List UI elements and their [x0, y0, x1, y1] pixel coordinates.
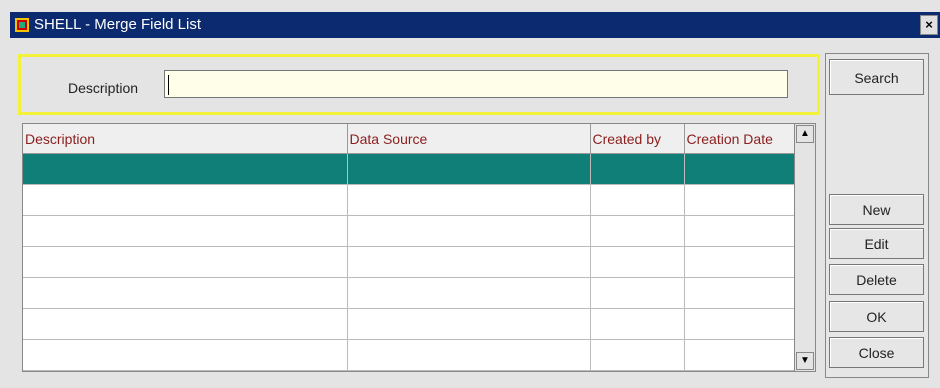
- merge-field-table: Description Data Source Created by Creat…: [22, 123, 796, 372]
- table-cell: [684, 215, 796, 247]
- table-cell: [23, 339, 348, 371]
- table-cell: [23, 308, 348, 340]
- new-button[interactable]: New: [829, 194, 924, 225]
- table-cell: [590, 184, 685, 216]
- table-cell: [23, 246, 348, 278]
- table-cell: [684, 184, 796, 216]
- table-cell: [590, 277, 685, 309]
- table-row[interactable]: [23, 246, 796, 278]
- scroll-up-arrow-icon[interactable]: ▲: [796, 125, 814, 143]
- search-button[interactable]: Search: [829, 59, 924, 95]
- delete-button[interactable]: Delete: [829, 264, 924, 295]
- table-cell: [347, 184, 591, 216]
- table-cell: [684, 153, 796, 185]
- ok-button[interactable]: OK: [829, 301, 924, 332]
- close-window-button[interactable]: ×: [920, 15, 938, 35]
- column-header-created-by[interactable]: Created by: [590, 124, 685, 154]
- column-header-description[interactable]: Description: [23, 124, 348, 154]
- merge-field-list-window: SHELL - Merge Field List × Description S…: [0, 0, 940, 388]
- table-cell: [684, 339, 796, 371]
- table-cell: [590, 339, 685, 371]
- description-label: Description: [68, 80, 139, 96]
- description-search-input[interactable]: [164, 70, 788, 98]
- window-title: SHELL - Merge Field List: [34, 16, 202, 33]
- column-header-creation-date[interactable]: Creation Date: [684, 124, 796, 154]
- text-cursor: [168, 75, 169, 95]
- column-header-data-source[interactable]: Data Source: [347, 124, 591, 154]
- table-cell: [23, 215, 348, 247]
- scroll-down-arrow-icon[interactable]: ▼: [796, 352, 814, 370]
- table-cell: [590, 308, 685, 340]
- close-button[interactable]: Close: [829, 337, 924, 368]
- search-panel: Description: [18, 54, 820, 115]
- table-cell: [684, 308, 796, 340]
- table-cell: [590, 153, 685, 185]
- table-cell: [23, 184, 348, 216]
- table-cell: [347, 339, 591, 371]
- table-row[interactable]: [23, 339, 796, 371]
- table-cell: [684, 277, 796, 309]
- title-bar: SHELL - Merge Field List ×: [10, 12, 940, 38]
- table-cell: [590, 246, 685, 278]
- table-cell: [23, 277, 348, 309]
- table-cell: [347, 246, 591, 278]
- table-cell: [347, 277, 591, 309]
- table-row[interactable]: [23, 184, 796, 216]
- table-cell: [590, 215, 685, 247]
- app-icon: [15, 18, 29, 32]
- table-row[interactable]: [23, 308, 796, 340]
- table-cell: [347, 215, 591, 247]
- table-cell: [23, 153, 348, 185]
- table-cell: [347, 153, 591, 185]
- table-cell: [684, 246, 796, 278]
- table-row[interactable]: [23, 153, 796, 185]
- edit-button[interactable]: Edit: [829, 228, 924, 259]
- table-cell: [347, 308, 591, 340]
- table-row[interactable]: [23, 277, 796, 309]
- table-scrollbar[interactable]: ▲ ▼: [794, 123, 816, 372]
- table-row[interactable]: [23, 215, 796, 247]
